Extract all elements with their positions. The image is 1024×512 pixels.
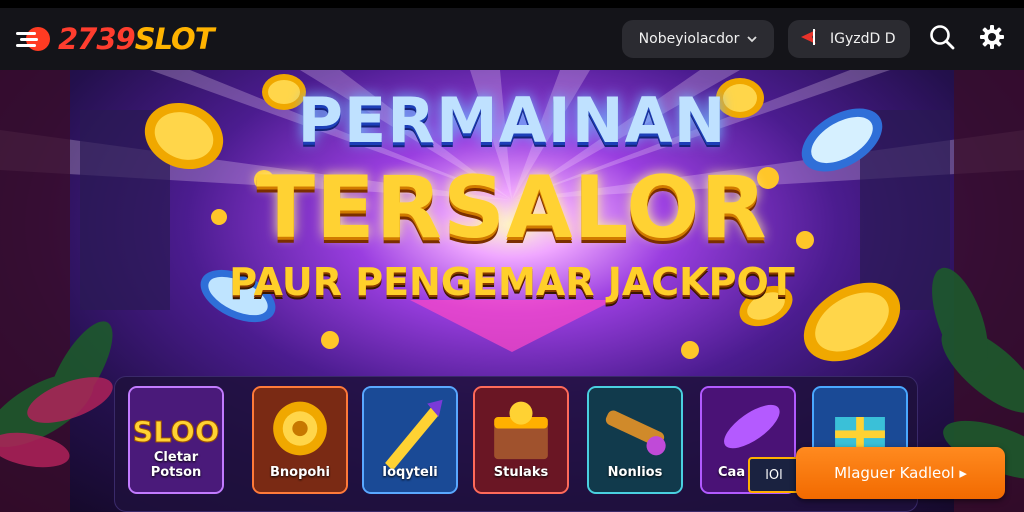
brand-name: 2739SLOT [58, 22, 214, 56]
hero-banner: PERMAINAN TERSALOR PAUR PENGEMAR JACKPOT… [0, 70, 1024, 512]
mini-badge-label: lOl [765, 467, 783, 483]
game-tile-label: Ioqyteli [382, 465, 438, 480]
logo[interactable]: 2739SLOT [14, 22, 214, 56]
game-tile-4[interactable]: Stulaks [473, 386, 569, 494]
chevron-down-icon [747, 31, 757, 47]
play-now-label: Mlaguer Kadleol ▸ [834, 464, 967, 482]
brand-number: 2739 [58, 22, 136, 56]
settings-button[interactable] [974, 21, 1010, 57]
game-tile-label: Stulaks [493, 465, 549, 480]
currency-selector[interactable]: IGyzdD D [788, 20, 910, 58]
top-strip [0, 0, 1024, 8]
banner-title-line-1: PERMAINAN [297, 84, 727, 157]
flag-icon [798, 27, 822, 51]
banner-subtitle: PAUR PENGEMAR JACKPOT [229, 260, 795, 304]
game-tile-label: Bnopohi [269, 465, 331, 480]
language-label: Nobeyiolacdor [638, 31, 740, 47]
app-root: 2739SLOT Nobeyiolacdor IGyzdD D PERMAINA… [0, 0, 1024, 512]
game-tile-3[interactable]: Ioqyteli [362, 386, 458, 494]
game-tile-1[interactable]: SLOO Cletar Potson [128, 386, 224, 494]
search-button[interactable] [924, 21, 960, 57]
header: 2739SLOT Nobeyiolacdor IGyzdD D [0, 8, 1024, 70]
brand-word: SLOT [134, 22, 215, 56]
game-tile-2[interactable]: Bnopohi [252, 386, 348, 494]
game-tile-label: Cletar Potson [150, 450, 202, 480]
slot-game-art-text: SLOO [133, 415, 220, 449]
search-icon [928, 23, 956, 55]
language-dropdown[interactable]: Nobeyiolacdor [622, 20, 774, 58]
logo-icon [14, 24, 52, 54]
game-tile-5[interactable]: Nonlios [587, 386, 683, 494]
currency-label: IGyzdD D [830, 31, 896, 47]
banner-title-line-2: TERSALOR [256, 158, 768, 258]
mini-badge[interactable]: lOl [748, 457, 800, 493]
settings-icon [978, 23, 1006, 55]
game-tile-label: Nonlios [607, 465, 663, 480]
play-now-button[interactable]: Mlaguer Kadleol ▸ [796, 447, 1005, 499]
